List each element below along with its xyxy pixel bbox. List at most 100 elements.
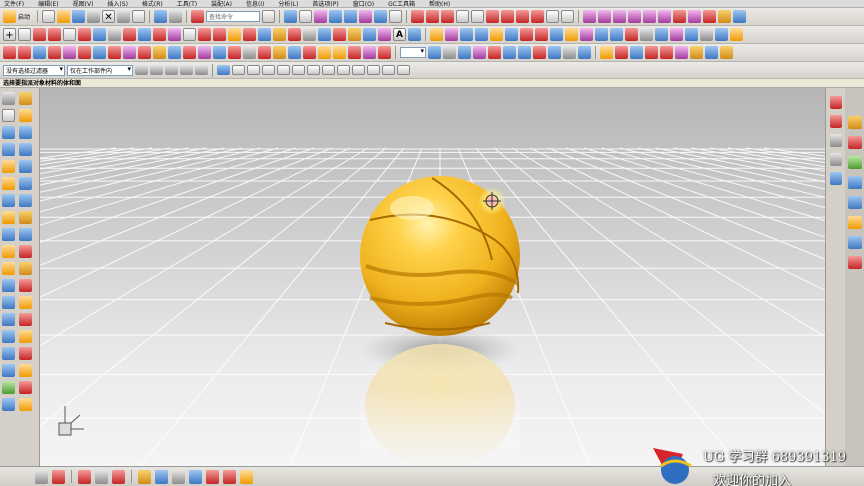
thicken-icon[interactable]	[718, 10, 732, 23]
tool-29-icon[interactable]	[2, 330, 15, 343]
object-color-icon[interactable]	[705, 46, 718, 59]
menu-item-3[interactable]: 插入(S)	[107, 0, 128, 7]
scale-body-icon[interactable]	[258, 46, 271, 59]
show-hide-icon[interactable]	[645, 46, 658, 59]
graphics-viewport[interactable]	[40, 88, 825, 466]
swept-icon[interactable]	[613, 10, 627, 23]
palette-icon[interactable]	[847, 216, 862, 229]
view-iso-icon[interactable]	[359, 10, 373, 23]
grid-snap-icon[interactable]	[299, 10, 313, 23]
block-tool-icon[interactable]	[460, 28, 473, 41]
display-wcs-icon[interactable]	[533, 46, 546, 59]
helix-icon[interactable]	[138, 28, 151, 41]
pull-face-icon[interactable]	[730, 28, 743, 41]
datum-axis-icon[interactable]	[578, 46, 591, 59]
emboss-icon[interactable]	[138, 46, 151, 59]
close-panel-icon[interactable]	[733, 10, 747, 23]
match-edge-icon[interactable]	[93, 46, 106, 59]
menu-item-4[interactable]: 格式(R)	[142, 0, 163, 7]
chamfer-icon[interactable]	[19, 160, 32, 173]
edge-blend-icon[interactable]	[565, 28, 578, 41]
open-icon[interactable]	[57, 10, 71, 23]
assembly-navigator-icon[interactable]	[847, 116, 862, 129]
edge-select-icon[interactable]	[262, 65, 275, 75]
start-button[interactable]: 启动	[18, 12, 30, 21]
measure-icon[interactable]	[561, 10, 575, 23]
offset-icon[interactable]	[183, 28, 196, 41]
reuse-library-icon[interactable]	[847, 176, 862, 189]
menu-item-8[interactable]: 分析(L)	[278, 0, 298, 7]
wrap-icon[interactable]	[363, 28, 376, 41]
color-filter-icon[interactable]	[195, 65, 208, 75]
sphere-icon[interactable]	[19, 109, 32, 122]
undo-icon[interactable]	[154, 10, 168, 23]
background-icon[interactable]	[172, 469, 185, 484]
endpoint-snap-icon[interactable]	[292, 65, 305, 75]
next-frame-icon[interactable]	[829, 153, 842, 166]
tube-icon[interactable]	[288, 46, 301, 59]
x-form-icon[interactable]	[18, 46, 31, 59]
edit-object-display-icon[interactable]	[600, 46, 613, 59]
snap-view-icon[interactable]	[2, 92, 15, 105]
studio-render-icon[interactable]	[78, 469, 91, 484]
print-icon[interactable]	[87, 10, 101, 23]
texture-icon[interactable]	[240, 469, 253, 484]
select-icon[interactable]	[284, 10, 298, 23]
change-stiffness-icon[interactable]	[78, 46, 91, 59]
part-navigator-icon[interactable]	[847, 136, 862, 149]
shell-tool-icon[interactable]	[610, 28, 623, 41]
hide-icon[interactable]	[615, 46, 628, 59]
type-filter-icon[interactable]	[165, 65, 178, 75]
view-top-icon[interactable]	[374, 10, 388, 23]
split-body-icon[interactable]	[703, 10, 717, 23]
n-sided-icon[interactable]	[643, 10, 657, 23]
tool-21-icon[interactable]	[2, 262, 15, 275]
intersect-icon[interactable]	[550, 28, 563, 41]
rib-icon[interactable]	[228, 46, 241, 59]
project-curve-icon[interactable]	[531, 10, 545, 23]
hole-icon[interactable]	[19, 143, 32, 156]
polygon-tool-icon[interactable]	[78, 28, 91, 41]
point-icon[interactable]: +	[3, 28, 16, 41]
divide-face-icon[interactable]	[363, 46, 376, 59]
patch-icon[interactable]	[273, 46, 286, 59]
copy-layer-icon[interactable]	[458, 46, 471, 59]
extend-icon[interactable]	[198, 28, 211, 41]
pattern-icon[interactable]	[19, 194, 32, 207]
materials-icon[interactable]	[112, 469, 125, 484]
bounded-plane-icon[interactable]	[658, 10, 672, 23]
move-layer-icon[interactable]	[443, 46, 456, 59]
replace-face-icon[interactable]	[685, 28, 698, 41]
cylinder-tool-icon[interactable]	[475, 28, 488, 41]
draft-tool-icon[interactable]	[625, 28, 638, 41]
tool-35-icon[interactable]	[2, 381, 15, 394]
tool-27-icon[interactable]	[2, 313, 15, 326]
prev-frame-icon[interactable]	[829, 115, 842, 128]
midpoint-snap-icon[interactable]	[307, 65, 320, 75]
box-icon[interactable]	[2, 109, 15, 122]
tool-19-icon[interactable]	[2, 245, 15, 258]
cube-icon[interactable]	[19, 92, 32, 105]
untrim-icon[interactable]	[348, 46, 361, 59]
tool-38-icon[interactable]	[19, 398, 32, 411]
tool-33-icon[interactable]	[2, 364, 15, 377]
extract-icon[interactable]	[378, 46, 391, 59]
roles-icon[interactable]	[847, 236, 862, 249]
wcs-rotate-icon[interactable]	[503, 46, 516, 59]
invert-show-icon[interactable]	[660, 46, 673, 59]
scene-icon[interactable]	[155, 469, 168, 484]
tool-34-icon[interactable]	[19, 364, 32, 377]
line-tool-icon[interactable]	[18, 28, 31, 41]
first-frame-icon[interactable]	[829, 96, 842, 109]
render-icon[interactable]	[52, 469, 65, 484]
cut-icon[interactable]: ✕	[102, 10, 116, 23]
save-icon[interactable]	[72, 10, 86, 23]
boolean-icon[interactable]	[2, 211, 15, 224]
on-curve-snap-icon[interactable]	[382, 65, 395, 75]
draft-icon[interactable]	[19, 177, 32, 190]
menu-item-7[interactable]: 信息(I)	[246, 0, 264, 7]
spline-icon[interactable]	[411, 10, 425, 23]
fillet-curve-icon[interactable]	[486, 10, 500, 23]
translucency-icon[interactable]	[690, 46, 703, 59]
sphere-tool-icon[interactable]	[505, 28, 518, 41]
